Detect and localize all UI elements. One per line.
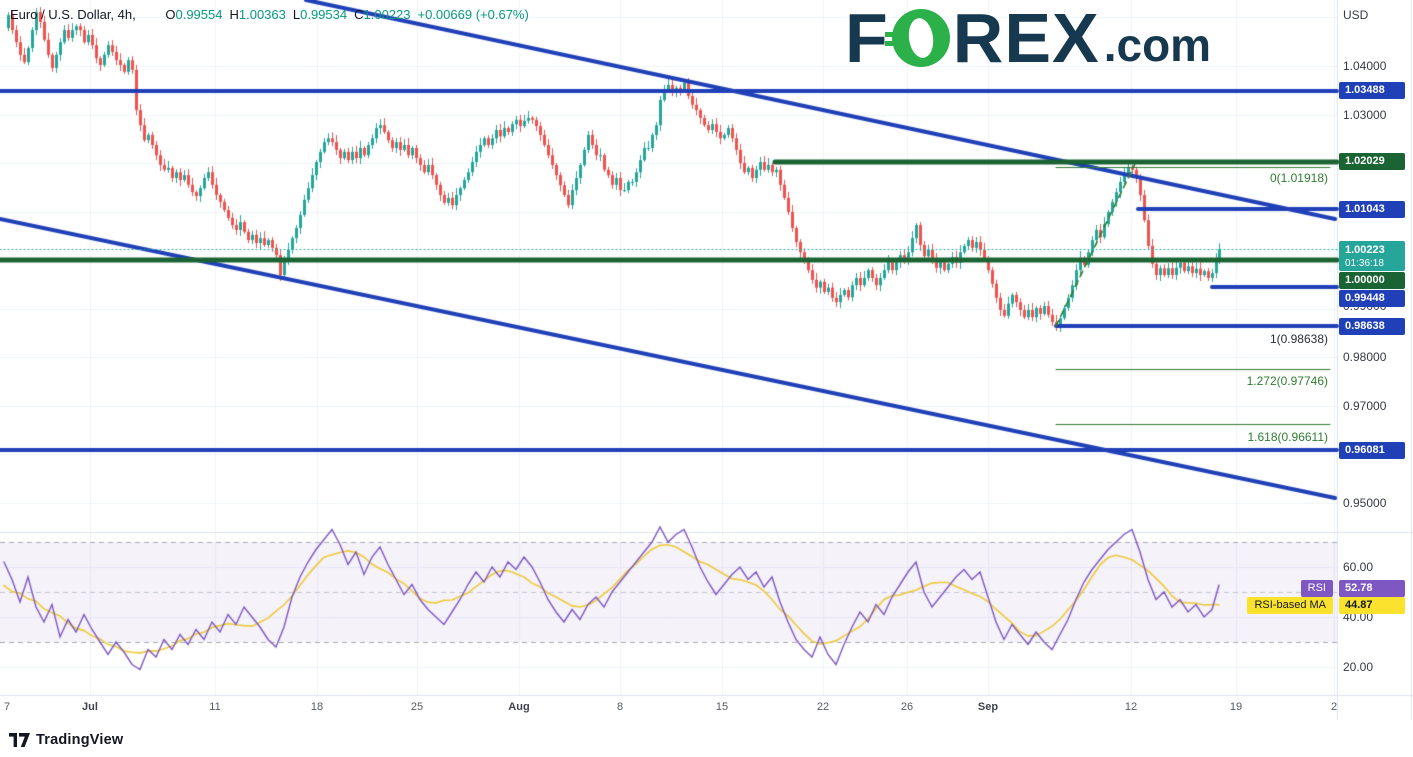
- price-scale-tick-label: 20.00: [1343, 660, 1373, 674]
- time-axis-label: 26: [901, 701, 913, 713]
- forex-com-logo: F REX .com: [845, 4, 1211, 72]
- price-scale-currency: USD: [1343, 8, 1368, 22]
- forex-logo-f: F: [845, 4, 889, 72]
- time-axis-label: 2: [1331, 701, 1337, 713]
- time-axis-label: 25: [411, 701, 423, 713]
- price-scale-badge: 44.87: [1339, 597, 1405, 614]
- fib-level-label: 1.618(0.96611): [1247, 430, 1328, 444]
- price-scale-badge: 52.78: [1339, 580, 1405, 597]
- time-axis-label: 11: [209, 701, 220, 713]
- price-scale-tick-label: 0.97000: [1343, 399, 1386, 413]
- forex-logo-dotcom: .com: [1104, 4, 1211, 72]
- time-axis-label: 19: [1230, 701, 1242, 713]
- time-axis-label: 12: [1125, 701, 1137, 713]
- price-scale-tick-label: 0.95000: [1343, 496, 1386, 510]
- tradingview-label: TradingView: [36, 732, 123, 748]
- ohlc-close-key: C: [354, 7, 363, 22]
- tradingview-glyph-icon: [9, 733, 30, 747]
- rsi-indicator-badge: RSI: [1301, 580, 1333, 597]
- ohlc-high-key: H: [229, 7, 238, 22]
- price-scale-badge: 0.96081: [1339, 442, 1405, 459]
- time-axis-label: 18: [311, 701, 323, 713]
- price-scale-badge: 0.99448: [1339, 290, 1405, 307]
- forex-logo-rex: REX: [953, 4, 1100, 72]
- ohlc-low-value: 0.99534: [300, 7, 347, 22]
- price-scale-badge: 1.02029: [1339, 153, 1405, 170]
- fib-level-label: 1(0.98638): [1270, 332, 1328, 346]
- price-scale-tick-label: 1.03000: [1343, 108, 1386, 122]
- ohlc-change: +0.00669 (+0.67%): [418, 7, 529, 22]
- symbol-legend: Euro / U.S. Dollar, 4h, O0.99554 H1.00363…: [10, 7, 529, 22]
- forex-logo-o-icon: [892, 9, 950, 67]
- price-scale-badge: 0.98638: [1339, 318, 1405, 335]
- price-scale-tick-label: 1.04000: [1343, 59, 1386, 73]
- chart-root: Euro / U.S. Dollar, 4h, O0.99554 H1.00363…: [0, 0, 1413, 757]
- symbol-title[interactable]: Euro / U.S. Dollar, 4h,: [10, 7, 136, 22]
- time-axis-label: 8: [617, 701, 623, 713]
- fib-level-label: 0(1.01918): [1270, 171, 1328, 185]
- tradingview-logo[interactable]: TradingView: [9, 732, 123, 748]
- ohlc-high-value: 1.00363: [239, 7, 286, 22]
- price-chart-canvas[interactable]: [0, 0, 1413, 757]
- fib-level-label: 1.272(0.97746): [1247, 374, 1328, 388]
- time-axis-label: Aug: [508, 701, 529, 713]
- ohlc-close-value: 1.00223: [364, 7, 411, 22]
- price-scale-badge: 1.03488: [1339, 82, 1405, 99]
- price-scale-tick-label: 60.00: [1343, 560, 1373, 574]
- price-scale-tick-label: 0.98000: [1343, 350, 1386, 364]
- time-axis-label: 15: [716, 701, 728, 713]
- time-axis-label: Jul: [82, 701, 98, 713]
- time-axis-label: Sep: [978, 701, 998, 713]
- price-scale-badge: 1.01043: [1339, 201, 1405, 218]
- price-scale-badge: 1.0022301:36:18: [1339, 241, 1405, 271]
- ohlc-open-key: O: [165, 7, 175, 22]
- ohlc-open-value: 0.99554: [175, 7, 222, 22]
- price-scale-badge: 1.00000: [1339, 272, 1405, 289]
- time-axis-label: 22: [817, 701, 829, 713]
- time-axis-label: 7: [4, 701, 10, 713]
- rsi-ma-indicator-badge: RSI-based MA: [1247, 597, 1333, 614]
